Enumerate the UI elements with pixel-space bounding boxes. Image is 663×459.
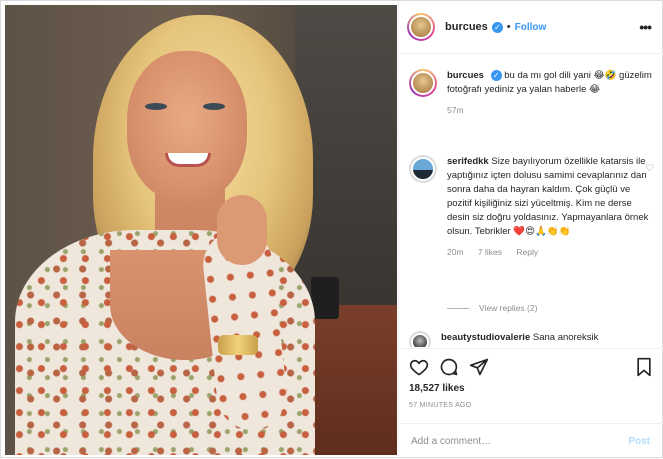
post-sidebar: burcues ✓ • Follow ••• burcues ✓ bu da m… (398, 1, 663, 459)
bookmark-icon[interactable] (634, 357, 654, 377)
replies-line (447, 307, 469, 309)
background-phone (311, 277, 339, 319)
commenter-username[interactable]: beautystudiovalerie (441, 332, 530, 343)
comment-item: serifedkk Size bayılıyorum özellikle kat… (409, 155, 654, 259)
caption-username[interactable]: burcues (447, 70, 484, 81)
photo-face (127, 51, 247, 201)
commenter-username[interactable]: serifedkk (447, 156, 489, 167)
add-comment-bar: Add a comment… Post (399, 423, 663, 459)
actions-divider (399, 348, 663, 349)
comment-time[interactable]: 20m (447, 247, 464, 257)
photo-hand (217, 195, 267, 265)
comment-icon[interactable] (439, 357, 459, 377)
heart-icon[interactable] (409, 357, 429, 377)
commenter-avatar[interactable] (409, 331, 431, 347)
post-header: burcues ✓ • Follow ••• (407, 11, 657, 43)
view-replies[interactable]: View replies (2) (447, 303, 537, 313)
author-avatar[interactable] (407, 13, 435, 41)
post-photo[interactable] (5, 5, 397, 455)
comment-text: Sana anoreksik (532, 332, 599, 343)
author-username[interactable]: burcues (445, 21, 488, 33)
comment-like-icon[interactable]: ♡ (645, 163, 654, 174)
commenter-avatar[interactable] (409, 155, 437, 183)
instagram-post-window: burcues ✓ • Follow ••• burcues ✓ bu da m… (0, 0, 663, 459)
photo-bracelet (218, 335, 258, 355)
reply-button[interactable]: Reply (516, 247, 538, 257)
comment-text: Size bayılıyorum özellikle katarsis ile … (447, 156, 649, 237)
post-comment-button[interactable]: Post (628, 436, 650, 447)
caption: burcues ✓ bu da mı gol dili yani 😂🤣 güze… (409, 69, 654, 117)
background-desk (305, 305, 397, 455)
photo-eyes (145, 103, 229, 111)
view-replies-label[interactable]: View replies (2) (479, 303, 537, 313)
post-timestamp[interactable]: 57 MINUTES AGO (409, 402, 472, 409)
verified-icon: ✓ (490, 69, 502, 81)
likes-count[interactable]: 18,527 likes (409, 383, 465, 394)
caption-avatar[interactable] (409, 69, 437, 97)
verified-icon: ✓ (491, 21, 503, 33)
action-bar (409, 357, 654, 379)
share-icon[interactable] (469, 357, 489, 377)
separator-dot: • (506, 21, 511, 33)
comment-likes[interactable]: 7 likes (478, 247, 502, 257)
comment-item: beautystudiovalerie Sana anoreksik (409, 331, 654, 347)
header-divider (399, 53, 663, 54)
add-comment-input[interactable]: Add a comment… (411, 436, 491, 447)
photo-smile (165, 153, 211, 167)
follow-button[interactable]: Follow (515, 22, 547, 33)
caption-time[interactable]: 57m (447, 105, 464, 115)
more-options-icon[interactable]: ••• (639, 19, 652, 35)
